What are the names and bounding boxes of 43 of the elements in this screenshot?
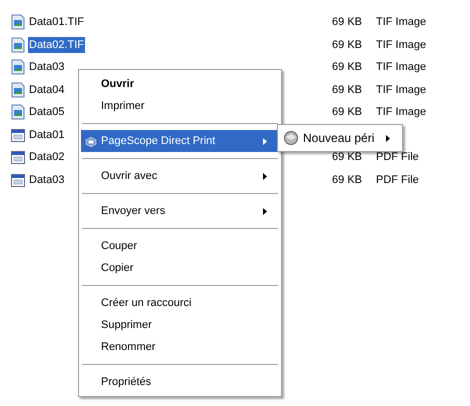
image-file-icon [10, 14, 26, 30]
file-type: PDF File [376, 150, 419, 165]
file-type: PDF File [376, 172, 419, 188]
file-size: 69 KB [332, 172, 362, 188]
menu-item[interactable]: Couper [81, 235, 279, 257]
document-file-icon [10, 172, 26, 188]
file-name[interactable]: Data03 [28, 59, 66, 76]
menu-item[interactable]: Propriétés [81, 371, 279, 393]
file-size: 69 KB [332, 105, 362, 120]
file-type: TIF Image [376, 60, 426, 75]
menu-item[interactable]: Copier [81, 257, 279, 279]
file-size: 69 KB [332, 38, 362, 52]
image-file-icon [10, 82, 26, 98]
file-size: 69 KB [332, 60, 362, 75]
document-file-icon [10, 149, 26, 166]
file-size: 69 KB [332, 82, 362, 98]
file-name[interactable]: Data01 [28, 126, 66, 143]
file-name[interactable]: Data04 [28, 82, 66, 98]
menu-item[interactable]: Imprimer [81, 95, 279, 117]
file-name[interactable]: Data02.TIF [28, 36, 86, 53]
menu-item[interactable]: Envoyer vers [81, 200, 279, 222]
menu-item[interactable]: Créer un raccourci [81, 292, 279, 314]
menu-item[interactable]: Renommer [81, 336, 279, 358]
file-type: TIF Image [376, 15, 426, 30]
file-name[interactable]: Data01.TIF [28, 14, 86, 30]
file-name[interactable]: Data02 [28, 149, 66, 166]
image-file-icon [10, 36, 26, 53]
menu-item[interactable]: Ouvrir [81, 73, 279, 95]
file-name[interactable]: Data05 [28, 104, 66, 120]
file-name[interactable]: Data03 [28, 172, 66, 188]
file-type: TIF Image [376, 38, 426, 52]
menu-item[interactable]: Nouveau péri [280, 127, 400, 149]
menu-item[interactable]: PageScope Direct Print [81, 130, 279, 152]
document-file-icon [10, 126, 26, 143]
image-file-icon [10, 59, 26, 76]
file-type: TIF Image [376, 105, 426, 120]
file-size: 69 KB [332, 150, 362, 165]
file-type: TIF Image [376, 82, 426, 98]
menu-item[interactable]: Supprimer [81, 314, 279, 336]
device-icon [283, 130, 299, 146]
menu-item[interactable]: Ouvrir avec [81, 165, 279, 187]
file-size: 69 KB [332, 15, 362, 30]
image-file-icon [10, 104, 26, 120]
